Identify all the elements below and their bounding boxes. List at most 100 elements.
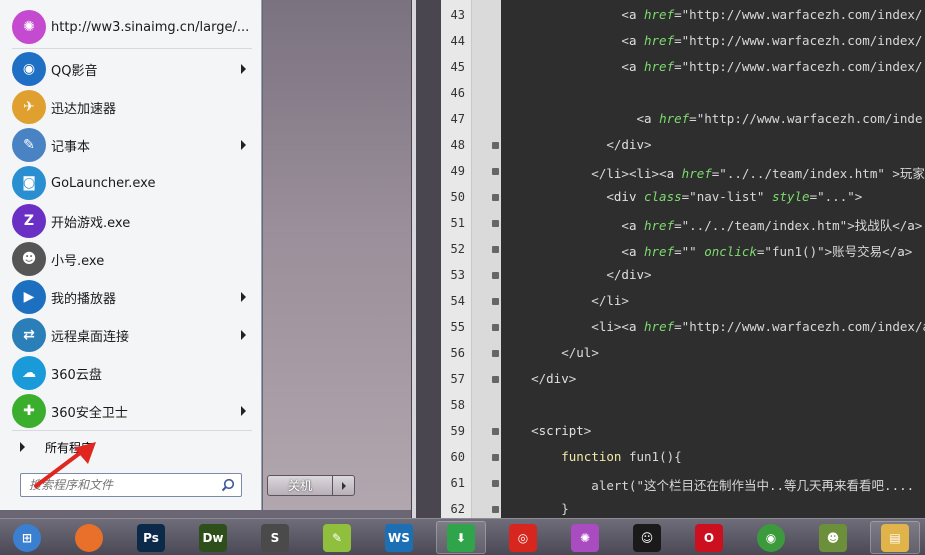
taskbar-button[interactable]: ☻ [808, 521, 858, 554]
submenu-arrow-icon [241, 140, 246, 150]
line-number-gutter [441, 0, 471, 518]
fold-marker-icon[interactable] [492, 298, 499, 305]
taskbar-button[interactable]: O [684, 521, 734, 554]
code-line: <a href="http://www.warfacezh.com/index/ [501, 33, 923, 48]
pinwheel-icon: ✺ [571, 523, 599, 552]
shutdown-button[interactable]: 关机 [267, 475, 333, 496]
avatar-exe-icon: ☻ [12, 242, 46, 276]
taskbar-button[interactable]: ⬇ [436, 521, 486, 554]
code-line: </li> [501, 293, 629, 308]
code-line: </div> [501, 371, 577, 386]
fold-gutter [471, 0, 501, 518]
program-label: GoLauncher.exe [51, 175, 156, 191]
fold-marker-icon[interactable] [492, 506, 499, 513]
code-line: </div> [501, 267, 652, 282]
fold-marker-icon[interactable] [492, 272, 499, 279]
submenu-arrow-icon [241, 406, 246, 416]
code-line: <div class="nav-list" style="..."> [501, 189, 863, 204]
chevron-right-icon [341, 481, 346, 490]
program-item[interactable]: ☁ 360云盘 [8, 354, 256, 392]
webstorm-icon: WS [385, 523, 413, 552]
line-number: 51 [450, 216, 465, 230]
taskbar-button[interactable] [64, 521, 114, 554]
shutdown-options-button[interactable] [333, 475, 355, 496]
fold-marker-icon[interactable] [492, 350, 499, 357]
code-area[interactable]: <a href="http://www.warfacezh.com/index/… [501, 0, 925, 518]
code-line: </li><li><a href="../../team/index.htm" … [501, 166, 925, 181]
program-item[interactable]: ◙ GoLauncher.exe [8, 164, 256, 202]
sublime-icon: S [261, 523, 289, 552]
program-item[interactable]: ⇄ 远程桌面连接 [8, 316, 256, 354]
photoshop-icon: Ps [137, 523, 165, 552]
line-number: 49 [450, 164, 465, 178]
program-item[interactable]: ✺ http://ww3.sinaimg.cn/large/... [8, 8, 256, 46]
download-arrow-icon: ⬇ [447, 523, 475, 552]
code-line: <li><a href="http://www.warfacezh.com/in… [501, 319, 925, 334]
fold-marker-icon[interactable] [492, 480, 499, 487]
separator [12, 48, 252, 49]
program-label: 360云盘 [51, 367, 102, 383]
qq-player-icon: ◉ [12, 52, 46, 86]
program-label: QQ影音 [51, 63, 98, 79]
start-menu-programs-pane: ✺ http://ww3.sinaimg.cn/large/... ◉ QQ影音 ✈ 迅达… [0, 0, 262, 510]
taskbar-button[interactable]: Dw [188, 521, 238, 554]
code-line: function fun1(){ [561, 449, 682, 464]
program-item[interactable]: ▶ 我的播放器 [8, 278, 256, 316]
file-explorer-icon: ▤ [881, 523, 909, 552]
taskbar-button[interactable]: ◉ [746, 521, 796, 554]
fold-marker-icon[interactable] [492, 246, 499, 253]
taskbar-button[interactable]: ☺ [622, 521, 672, 554]
start-orb-icon: ⊞ [13, 523, 41, 552]
program-label: 开始游戏.exe [51, 215, 131, 231]
code-line: <a href="http://www.warfacezh.com/index/ [501, 59, 923, 74]
pinwheel-icon: ✺ [12, 10, 46, 44]
program-label: 记事本 [51, 139, 91, 155]
program-item[interactable]: ✈ 迅达加速器 [8, 88, 256, 126]
taskbar-button[interactable]: WS [374, 521, 424, 554]
taskbar-button[interactable]: ▤ [870, 521, 920, 554]
line-number: 48 [450, 138, 465, 152]
fold-marker-icon[interactable] [492, 194, 499, 201]
line-number: 61 [450, 476, 465, 490]
program-label: 360安全卫士 [51, 405, 128, 421]
window-edge [412, 0, 416, 518]
start-menu-right-pane [263, 0, 411, 510]
fold-marker-icon[interactable] [492, 428, 499, 435]
code-line: } [501, 501, 569, 516]
program-item[interactable]: Z 开始游戏.exe [8, 202, 256, 240]
annotation-arrow-icon [34, 442, 96, 488]
submenu-arrow-icon [241, 292, 246, 302]
taskbar-button[interactable]: Ps [126, 521, 176, 554]
taskbar-button[interactable]: ✺ [560, 521, 610, 554]
fold-marker-icon[interactable] [492, 142, 499, 149]
code-line: <a href="http://www.warfacezh.com/inde [501, 111, 923, 126]
fold-marker-icon[interactable] [492, 324, 499, 331]
fold-marker-icon[interactable] [492, 454, 499, 461]
program-label: 迅达加速器 [51, 101, 117, 117]
fold-marker-icon[interactable] [492, 220, 499, 227]
taskbar-button[interactable]: ◎ [498, 521, 548, 554]
notepad-plus-icon: ✎ [323, 523, 351, 552]
firefox-icon [75, 523, 103, 552]
line-number: 45 [450, 60, 465, 74]
code-line: </ul> [501, 345, 599, 360]
line-number: 46 [450, 86, 465, 100]
fold-marker-icon[interactable] [492, 376, 499, 383]
netease-music-icon: ◎ [509, 523, 537, 552]
program-label: 远程桌面连接 [51, 329, 130, 345]
taskbar-button[interactable]: ⊞ [2, 521, 52, 554]
program-label: http://ww3.sinaimg.cn/large/... [51, 19, 250, 35]
code-line: <a href="../../team/index.htm">找战队</a> [501, 218, 923, 233]
line-number: 60 [450, 450, 465, 464]
line-number: 57 [450, 372, 465, 386]
line-number: 44 [450, 34, 465, 48]
search-icon[interactable] [221, 478, 235, 492]
fold-marker-icon[interactable] [492, 168, 499, 175]
program-item[interactable]: ✎ 记事本 [8, 126, 256, 164]
program-item[interactable]: ✚ 360安全卫士 [8, 392, 256, 430]
line-number: 55 [450, 320, 465, 334]
taskbar-button[interactable]: ✎ [312, 521, 362, 554]
program-item[interactable]: ☻ 小号.exe [8, 240, 256, 278]
taskbar-button[interactable]: S [250, 521, 300, 554]
program-item[interactable]: ◉ QQ影音 [8, 50, 256, 88]
